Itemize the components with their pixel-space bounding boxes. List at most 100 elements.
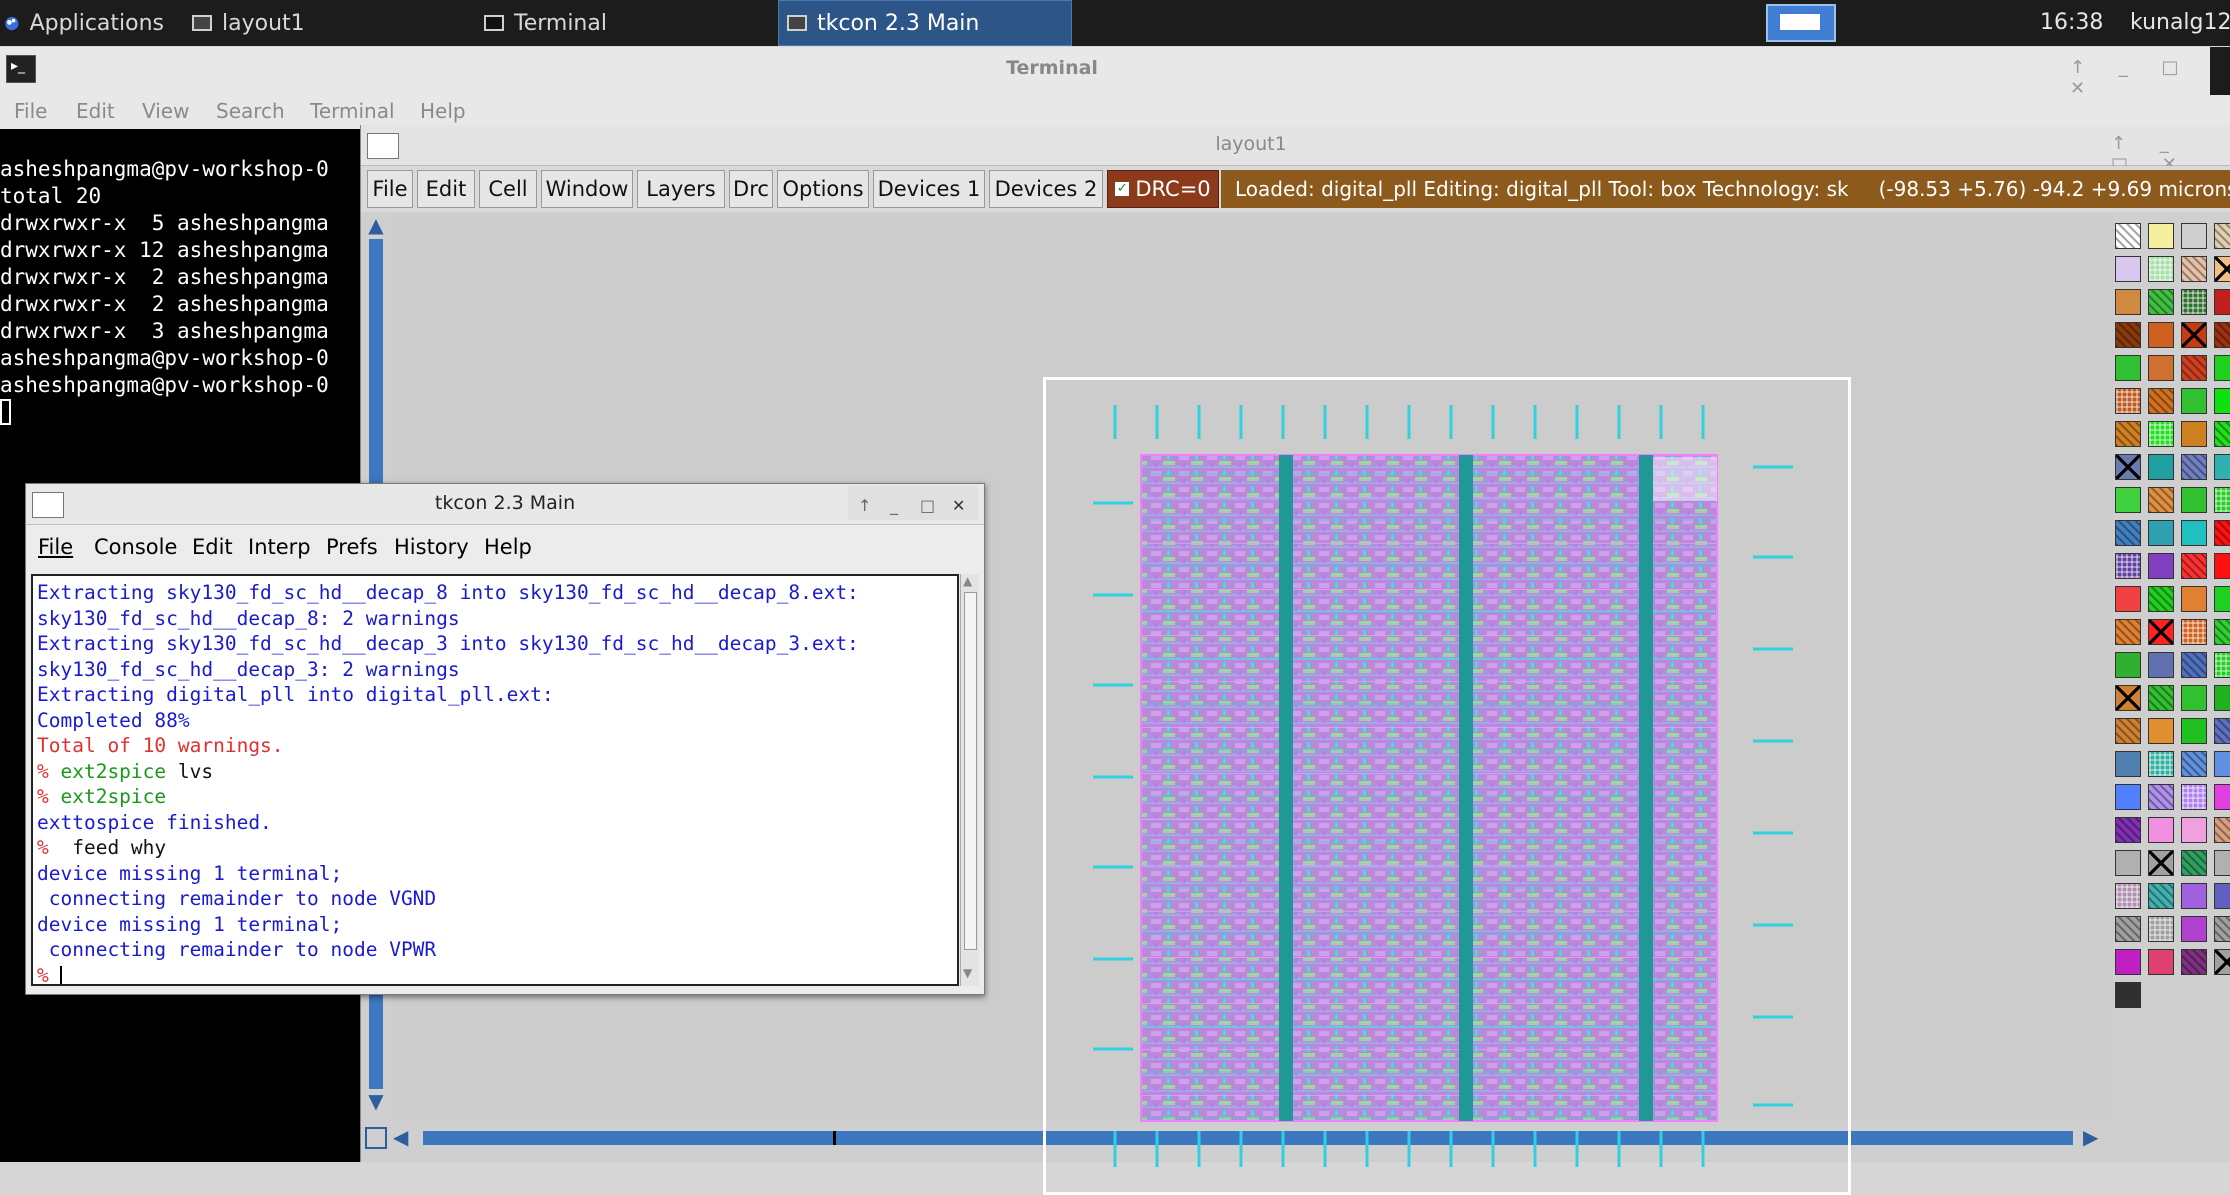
menu-help[interactable]: Help xyxy=(420,99,466,123)
tkcon-menu-interp[interactable]: Interp xyxy=(248,535,311,559)
layer-swatch[interactable] xyxy=(2181,487,2207,513)
layer-swatch[interactable] xyxy=(2148,388,2174,414)
layer-swatch[interactable] xyxy=(2181,289,2207,315)
applications-menu[interactable]: Applications xyxy=(4,0,164,46)
layer-swatch[interactable] xyxy=(2115,223,2141,249)
layer-swatch[interactable] xyxy=(2214,421,2230,447)
scroll-left-arrow-icon[interactable]: ◀ xyxy=(393,1125,408,1149)
layer-swatch[interactable] xyxy=(2214,454,2230,480)
layer-swatch[interactable] xyxy=(2115,817,2141,843)
zoom-box-icon[interactable] xyxy=(365,1127,387,1149)
layer-swatch[interactable] xyxy=(2214,256,2230,282)
layer-swatch[interactable] xyxy=(2115,586,2141,612)
layer-swatch[interactable] xyxy=(2148,586,2174,612)
tkcon-menu-console[interactable]: Console xyxy=(94,535,177,559)
drc-status-button[interactable]: ✓ DRC=0 xyxy=(1107,170,1219,208)
layer-swatch[interactable] xyxy=(2115,520,2141,546)
layer-swatch[interactable] xyxy=(2148,289,2174,315)
layer-swatch[interactable] xyxy=(2115,949,2141,975)
layer-swatch[interactable] xyxy=(2115,916,2141,942)
layer-swatch[interactable] xyxy=(2148,817,2174,843)
layer-swatch[interactable] xyxy=(2214,520,2230,546)
tkcon-menu-help[interactable]: Help xyxy=(484,535,532,559)
menu-search[interactable]: Search xyxy=(216,99,285,123)
layer-swatch[interactable] xyxy=(2181,355,2207,381)
scroll-up-arrow-icon[interactable]: ▲ xyxy=(963,574,972,588)
layer-swatch[interactable] xyxy=(2148,883,2174,909)
layer-swatch[interactable] xyxy=(2181,751,2207,777)
magic-menu-layers[interactable]: Layers xyxy=(637,170,725,208)
layer-swatch[interactable] xyxy=(2148,553,2174,579)
menu-terminal[interactable]: Terminal xyxy=(310,99,395,123)
scroll-down-arrow-icon[interactable]: ▼ xyxy=(365,1089,387,1113)
tkcon-menu-edit[interactable]: Edit xyxy=(192,535,233,559)
tkcon-menu-prefs[interactable]: Prefs xyxy=(326,535,378,559)
scroll-right-arrow-icon[interactable]: ▶ xyxy=(2083,1125,2098,1149)
layer-swatch[interactable] xyxy=(2214,322,2230,348)
maximize-icon[interactable]: □ xyxy=(920,496,935,515)
tkcon-menu-history[interactable]: History xyxy=(394,535,469,559)
magic-menu-file[interactable]: File xyxy=(367,170,413,208)
task-terminal[interactable]: Terminal xyxy=(484,0,764,46)
task-tkcon[interactable]: tkcon 2.3 Main xyxy=(778,0,1072,46)
magic-menu-options[interactable]: Options xyxy=(777,170,869,208)
layer-swatch[interactable] xyxy=(2214,553,2230,579)
magic-menu-devices2[interactable]: Devices 2 xyxy=(989,170,1103,208)
layer-swatch[interactable] xyxy=(2115,421,2141,447)
layer-swatch[interactable] xyxy=(2115,883,2141,909)
layer-swatch[interactable] xyxy=(2115,619,2141,645)
layer-swatch[interactable] xyxy=(2214,388,2230,414)
magic-menu-devices1[interactable]: Devices 1 xyxy=(873,170,985,208)
layer-swatch[interactable] xyxy=(2148,520,2174,546)
layer-swatch[interactable] xyxy=(2148,322,2174,348)
magic-menu-edit[interactable]: Edit xyxy=(417,170,475,208)
layer-swatch[interactable] xyxy=(2115,289,2141,315)
layer-swatch[interactable] xyxy=(2148,850,2174,876)
scroll-up-arrow-icon[interactable]: ▲ xyxy=(365,213,387,237)
layer-swatch[interactable] xyxy=(2115,454,2141,480)
layer-swatch[interactable] xyxy=(2214,685,2230,711)
layer-swatch[interactable] xyxy=(2214,652,2230,678)
layer-swatch[interactable] xyxy=(2181,883,2207,909)
tkcon-scroll-thumb[interactable] xyxy=(964,592,977,950)
layer-swatch[interactable] xyxy=(2181,454,2207,480)
layer-swatch[interactable] xyxy=(2115,718,2141,744)
minimize-icon[interactable]: _ xyxy=(890,496,898,515)
user-name[interactable]: kunalg12 xyxy=(2130,0,2230,46)
layer-swatch[interactable] xyxy=(2115,784,2141,810)
layer-swatch[interactable] xyxy=(2214,751,2230,777)
tkcon-console-output[interactable]: Extracting sky130_fd_sc_hd__decap_8 into… xyxy=(31,574,959,986)
layer-swatch[interactable] xyxy=(2181,223,2207,249)
layer-swatch[interactable] xyxy=(2181,817,2207,843)
task-layout1[interactable]: layout1 xyxy=(184,0,472,46)
layer-swatch[interactable] xyxy=(2181,322,2207,348)
layer-swatch[interactable] xyxy=(2181,718,2207,744)
layer-swatch[interactable] xyxy=(2148,355,2174,381)
magic-titlebar[interactable]: layout1 ↑ _ □ ✕ xyxy=(361,125,2230,175)
layer-swatch[interactable] xyxy=(2181,586,2207,612)
layer-swatch[interactable] xyxy=(2181,850,2207,876)
layer-swatch[interactable] xyxy=(2148,421,2174,447)
layer-swatch[interactable] xyxy=(2148,487,2174,513)
terminal-titlebar[interactable]: ▸_ Terminal ↑ _ □ ✕ xyxy=(0,47,2230,127)
layer-swatch[interactable] xyxy=(2115,355,2141,381)
tkcon-titlebar[interactable]: tkcon 2.3 Main ↑ _ □ ✕ xyxy=(26,484,984,525)
layer-swatch[interactable] xyxy=(2214,223,2230,249)
layer-swatch[interactable] xyxy=(2148,454,2174,480)
layer-swatch[interactable] xyxy=(2181,784,2207,810)
layer-swatch[interactable] xyxy=(2115,487,2141,513)
menu-file[interactable]: File xyxy=(14,99,47,123)
window-controls[interactable]: ↑ _ □ ✕ xyxy=(2070,57,2230,99)
layer-swatch[interactable] xyxy=(2148,949,2174,975)
layer-swatch[interactable] xyxy=(2115,850,2141,876)
layer-swatch[interactable] xyxy=(2148,751,2174,777)
layer-swatch[interactable] xyxy=(2181,916,2207,942)
menu-edit[interactable]: Edit xyxy=(76,99,115,123)
layer-swatch[interactable] xyxy=(2214,355,2230,381)
layer-swatch[interactable] xyxy=(2214,883,2230,909)
layer-swatch[interactable] xyxy=(2115,982,2141,1008)
layer-swatch[interactable] xyxy=(2148,223,2174,249)
layer-swatch[interactable] xyxy=(2148,652,2174,678)
layer-swatch[interactable] xyxy=(2214,850,2230,876)
layer-swatch[interactable] xyxy=(2115,322,2141,348)
